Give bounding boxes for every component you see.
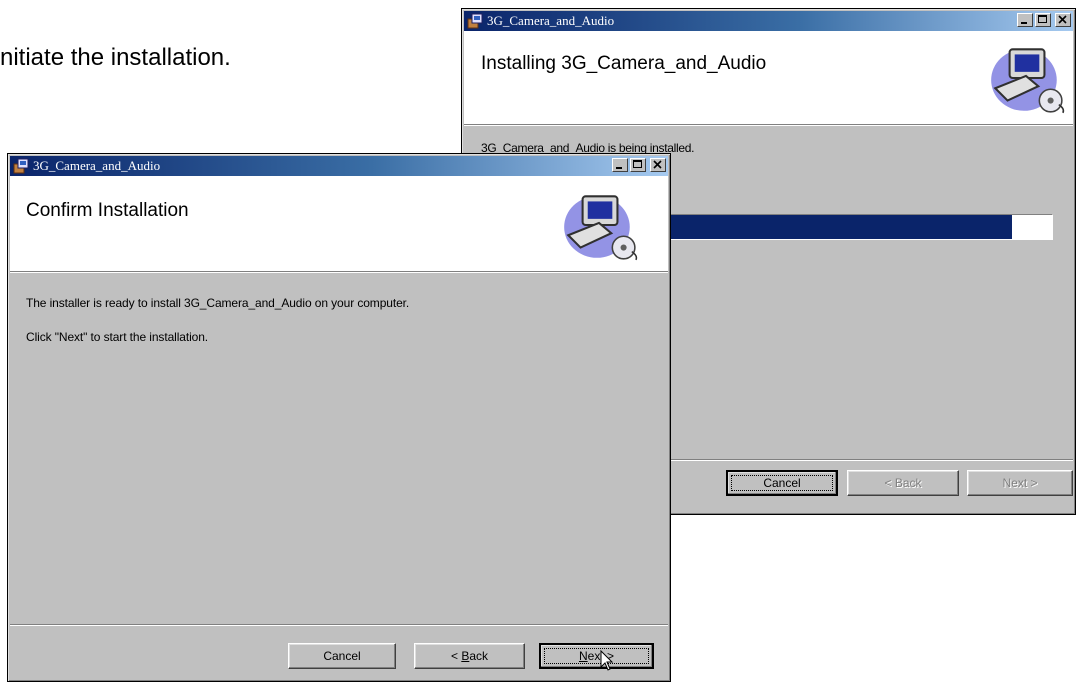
- computer-cd-icon: [564, 195, 638, 261]
- back-window-titlebar[interactable]: 3G_Camera_and_Audio: [464, 11, 1073, 31]
- close-icon[interactable]: [650, 158, 666, 172]
- close-icon[interactable]: [1055, 13, 1071, 27]
- front-divider: [10, 624, 668, 626]
- computer-cd-icon: [991, 48, 1065, 114]
- confirm-line-1: The installer is ready to install 3G_Cam…: [26, 296, 410, 310]
- front-banner-title: Confirm Installation: [26, 200, 189, 221]
- maximize-icon[interactable]: [630, 158, 646, 172]
- back-window-cancel-button[interactable]: Cancel: [726, 470, 838, 496]
- front-window-banner: Confirm Installation: [10, 176, 668, 272]
- confirm-line-2: Click "Next" to start the installation.: [26, 330, 209, 344]
- back-window-next-button[interactable]: Next >: [967, 470, 1073, 496]
- cancel-button[interactable]: Cancel: [288, 643, 396, 669]
- front-window-title: 3G_Camera_and_Audio: [33, 158, 161, 173]
- back-window-back-button[interactable]: < Back: [847, 470, 959, 496]
- maximize-icon[interactable]: [1035, 13, 1051, 27]
- front-installer-window: 3G_Camera_and_Audio Confirm Installation…: [7, 153, 671, 682]
- setup-icon: [13, 158, 29, 174]
- cancel-label: Cancel: [323, 649, 361, 663]
- mouse-cursor-icon: [600, 650, 614, 671]
- front-window-titlebar[interactable]: 3G_Camera_and_Audio: [10, 156, 668, 176]
- next-button[interactable]: Next >: [539, 643, 654, 669]
- back-window-next-label: Next >: [1002, 476, 1038, 490]
- minimize-icon[interactable]: [612, 158, 628, 172]
- back-window-banner: Installing 3G_Camera_and_Audio: [464, 31, 1073, 125]
- setup-icon: [467, 13, 483, 29]
- back-banner-title: Installing 3G_Camera_and_Audio: [481, 53, 767, 74]
- document-text: nitiate the installation.: [0, 44, 231, 71]
- back-button[interactable]: < Back: [414, 643, 525, 669]
- back-label: < Back: [450, 649, 489, 663]
- back-window-title: 3G_Camera_and_Audio: [487, 13, 615, 28]
- minimize-icon[interactable]: [1017, 13, 1033, 27]
- back-window-back-label: < Back: [884, 476, 922, 490]
